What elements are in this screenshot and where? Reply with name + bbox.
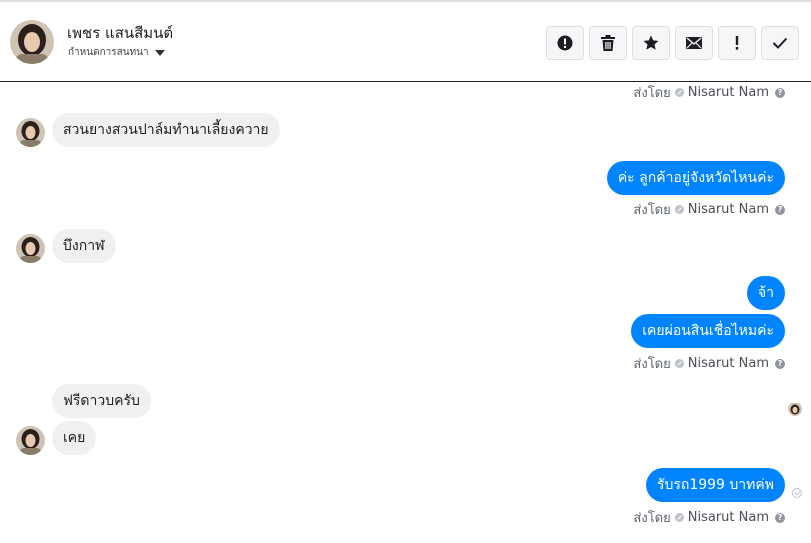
sent-by-label: ส่งโดย <box>633 511 671 526</box>
sent-by-meta: ส่งโดย Nisarut Nam ? <box>633 199 785 220</box>
help-icon[interactable]: ? <box>775 358 785 369</box>
conversation-status-dropdown[interactable]: กำหนดการสนทนา <box>68 45 165 60</box>
message-bubble-outgoing[interactable]: รับรถ1999 บาทค่พ <box>645 468 785 502</box>
sent-by-meta: ส่งโดย Nisarut Nam ? <box>633 507 785 528</box>
agent-name[interactable]: Nisarut Nam <box>688 356 769 371</box>
page-badge-icon <box>674 513 684 522</box>
agent-name[interactable]: Nisarut Nam <box>688 85 769 100</box>
contact-name[interactable]: เพชร แสนสีมนต์ <box>67 21 173 45</box>
agent-name[interactable]: Nisarut Nam <box>688 202 769 217</box>
contact-avatar[interactable] <box>10 20 54 64</box>
message-bubble-incoming[interactable]: สวนยางสวนปาล์มทำนาเลี้ยงควาย <box>52 113 280 147</box>
sent-by-label: ส่งโดย <box>633 86 671 101</box>
envelope-icon <box>686 37 702 49</box>
sent-by-label: ส่งโดย <box>633 203 671 218</box>
sent-by-meta: ส่งโดย Nisarut Nam ? <box>633 353 785 374</box>
message-bubble-incoming[interactable]: บึงกาฬ <box>52 229 116 263</box>
conversation-header: เพชร แสนสีมนต์ กำหนดการสนทนา <box>0 0 811 82</box>
agent-name[interactable]: Nisarut Nam <box>688 510 769 525</box>
check-icon <box>772 37 788 49</box>
page-badge-icon <box>674 359 684 368</box>
trash-icon <box>601 35 615 51</box>
help-icon[interactable]: ? <box>775 204 785 215</box>
conversation-toolbar <box>546 26 799 60</box>
mark-spam-button[interactable] <box>546 26 584 60</box>
message-bubble-incoming[interactable]: ฟรีดาวบครับ <box>52 384 151 418</box>
contact-avatar-small[interactable] <box>16 118 45 147</box>
message-bubble-outgoing[interactable]: เคยผ่อนสินเชื่อไหมค่ะ <box>631 314 785 348</box>
page-badge-icon <box>674 205 684 214</box>
message-bubble-outgoing[interactable]: ค่ะ ลูกค้าอยู่จังหวัดไหนค่ะ <box>606 161 785 195</box>
mark-unread-button[interactable] <box>675 26 713 60</box>
page-badge-icon <box>674 88 684 97</box>
mark-done-button[interactable] <box>761 26 799 60</box>
star-button[interactable] <box>632 26 670 60</box>
help-icon[interactable]: ? <box>775 512 785 523</box>
message-bubble-incoming[interactable]: เคย <box>52 421 97 455</box>
alert-circle-icon <box>557 35 573 51</box>
delivered-check-icon <box>792 488 802 498</box>
sent-by-meta: ส่งโดย Nisarut Nam ? <box>633 82 785 103</box>
help-icon[interactable]: ? <box>775 87 785 98</box>
conversation-status-label: กำหนดการสนทนา <box>68 47 149 58</box>
follow-up-button[interactable] <box>718 26 756 60</box>
contact-avatar-small[interactable] <box>16 426 45 455</box>
message-bubble-outgoing[interactable]: จ้า <box>746 276 785 310</box>
exclamation-icon <box>735 36 739 50</box>
contact-avatar-small[interactable] <box>16 234 45 263</box>
delete-button[interactable] <box>589 26 627 60</box>
star-icon <box>643 35 659 50</box>
sent-by-label: ส่งโดย <box>633 357 671 372</box>
caret-down-icon <box>154 49 165 56</box>
seen-by-avatar <box>788 402 802 416</box>
